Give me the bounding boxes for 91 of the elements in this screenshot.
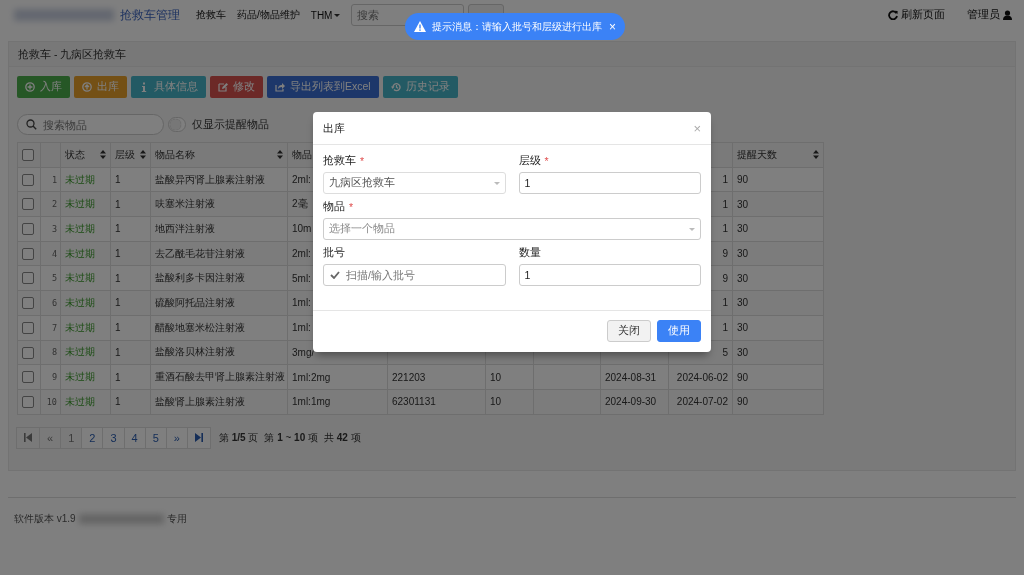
table-cell: 30	[737, 198, 749, 210]
row-number: 10	[46, 396, 57, 407]
table-cell: 1	[115, 198, 121, 210]
table-cell: 1ml:1mg	[292, 396, 331, 408]
table-cell: 90	[737, 174, 749, 186]
table-cell: 2毫	[292, 198, 308, 210]
status-text: 未过期	[65, 198, 95, 210]
status-text: 未过期	[65, 321, 95, 333]
table-cell: 221203	[392, 371, 426, 383]
table-cell: 1	[115, 396, 121, 408]
field-label: 物品	[323, 200, 345, 214]
page-info: 共 42 项	[324, 430, 361, 445]
status-text: 未过期	[65, 395, 95, 407]
required-mark: *	[544, 155, 549, 167]
table-cell: 1	[722, 223, 728, 235]
table-cell: 1	[722, 198, 728, 210]
field-label: 数量	[518, 246, 541, 260]
table-cell: 5	[722, 346, 728, 358]
status-text: 未过期	[65, 173, 95, 185]
table-cell: 3mg/	[292, 346, 315, 358]
table-cell: 1	[115, 346, 121, 358]
table-cell: 30	[737, 297, 749, 309]
status-text: 未过期	[65, 346, 95, 358]
footer-text: 专用	[166, 512, 187, 526]
table-cell: 醋酸地塞米松注射液	[155, 321, 245, 333]
table-cell: 1	[115, 322, 121, 334]
table-cell: 地西泮注射液	[155, 222, 215, 234]
status-text: 未过期	[65, 222, 95, 234]
table-cell: 1ml:2mg	[292, 371, 331, 383]
table-cell: 1	[722, 297, 728, 309]
table-cell: 盐酸洛贝林注射液	[155, 346, 235, 358]
row-number: 3	[51, 223, 57, 234]
table-cell: 2024-09-30	[605, 396, 657, 408]
field-label: 抢救车	[323, 154, 356, 168]
table-cell: 盐酸异丙肾上腺素注射液	[155, 173, 265, 185]
table-cell: 2024-08-31	[605, 371, 657, 383]
table-cell: 9	[722, 248, 728, 260]
table-cell: 盐酸利多卡因注射液	[155, 272, 245, 284]
table-cell: 62301131	[392, 396, 436, 408]
table-cell: 1	[115, 248, 121, 260]
table-cell: 1	[722, 322, 728, 334]
row-number: 2	[51, 199, 57, 210]
table-cell: 2024-06-02	[676, 371, 728, 383]
table-cell: 重酒石酸去甲肾上腺素注射液	[155, 371, 285, 383]
table-cell: 30	[737, 322, 749, 334]
status-text: 未过期	[65, 247, 95, 259]
row-number: 4	[51, 248, 57, 259]
table-cell: 去乙酰毛花苷注射液	[155, 247, 245, 259]
field-label: 批号	[323, 246, 345, 260]
required-mark: *	[349, 201, 354, 213]
table-cell: 1	[115, 272, 121, 284]
dialog-title: 出库	[323, 120, 345, 136]
required-mark: *	[360, 155, 365, 167]
table-cell: 90	[737, 371, 749, 383]
table-cell: 2ml:	[292, 248, 311, 260]
table-cell: 9	[722, 272, 728, 284]
table-cell: 2ml:	[292, 174, 311, 186]
field-label: 层级	[518, 154, 541, 168]
table-cell: 1ml:	[292, 322, 311, 334]
table-cell: 90	[737, 396, 749, 408]
table-cell: 30	[737, 248, 749, 260]
version-text: 软件版本 v1.9	[14, 512, 76, 526]
table-cell: 10	[490, 396, 502, 408]
table-cell: 1	[115, 371, 121, 383]
table-cell: 1	[115, 297, 121, 309]
row-number: 5	[51, 273, 57, 284]
status-text: 未过期	[65, 296, 95, 308]
table-cell: 10	[490, 371, 502, 383]
row-number: 9	[51, 372, 57, 383]
page-info: 第 1 ~ 10 项	[264, 430, 318, 445]
page-info: 第 1/5 页	[218, 430, 259, 445]
table-cell: 1ml:	[292, 297, 311, 309]
table-cell: 呋塞米注射液	[155, 198, 215, 210]
table-cell: 5ml:	[292, 272, 311, 284]
table-cell: 30	[737, 223, 749, 235]
row-number: 6	[51, 297, 57, 308]
table-cell: 1	[115, 223, 121, 235]
row-number: 8	[51, 347, 57, 358]
table-cell: 1	[722, 174, 728, 186]
toggle-label: 仅显示提醒物品	[192, 117, 269, 132]
table-cell: 2024-07-02	[676, 396, 728, 408]
table-cell: 硫酸阿托品注射液	[155, 296, 235, 308]
table-cell: 1	[115, 174, 121, 186]
status-text: 未过期	[65, 272, 95, 284]
table-cell: 30	[737, 346, 749, 358]
status-text: 未过期	[65, 371, 95, 383]
table-cell: 10m	[292, 223, 312, 235]
table-cell: 盐酸肾上腺素注射液	[155, 395, 245, 407]
table-cell: 30	[737, 272, 749, 284]
row-number: 7	[51, 322, 57, 333]
row-number: 1	[51, 174, 57, 185]
